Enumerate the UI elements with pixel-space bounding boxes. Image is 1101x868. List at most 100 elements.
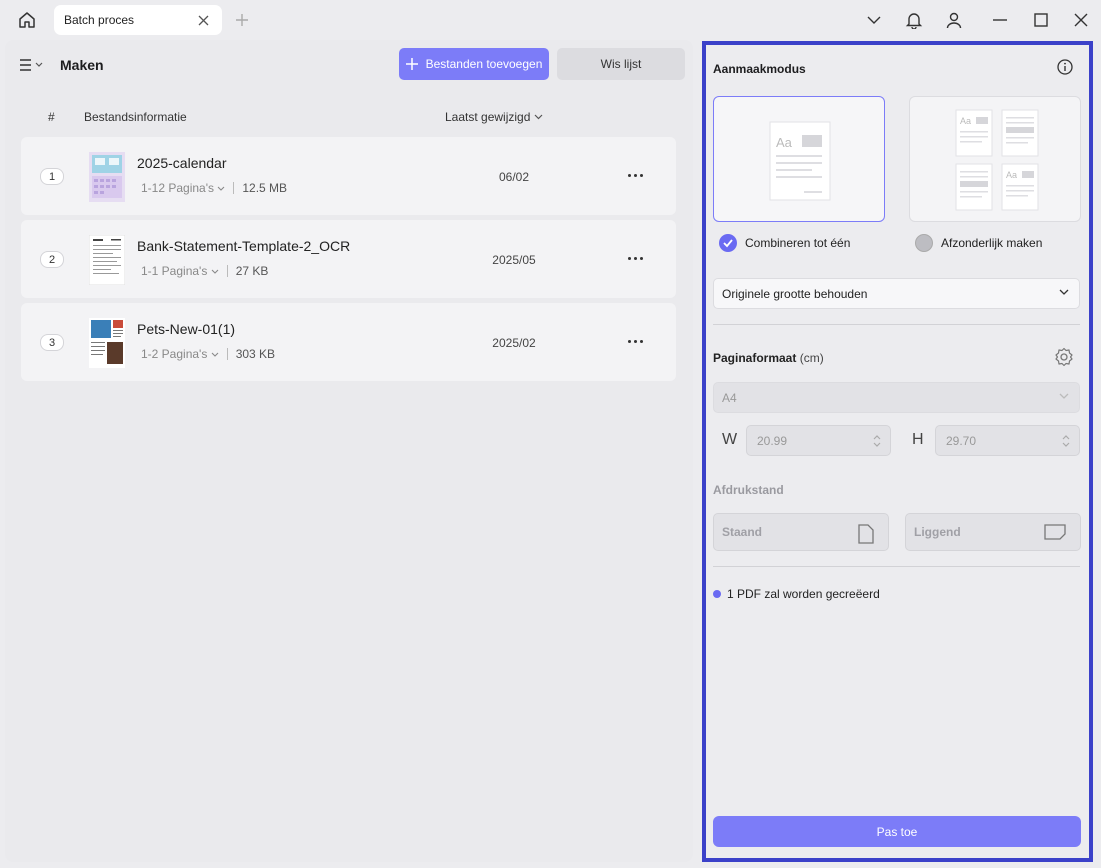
column-last-modified[interactable]: Laatst gewijzigd — [445, 110, 543, 124]
separate-mode-card[interactable]: Aa Aa — [909, 96, 1081, 222]
plus-icon — [236, 14, 248, 26]
gear-icon — [1055, 347, 1073, 367]
home-button[interactable] — [14, 8, 40, 32]
file-row[interactable]: 1 2025-calendar 1-12 Pagina's 12.5 MB 06… — [21, 137, 676, 215]
file-thumbnail — [89, 152, 125, 202]
chevron-down-icon — [211, 269, 219, 274]
file-list-header: Maken Bestanden toevoegen Wis lijst — [5, 40, 693, 90]
chevron-down-icon — [217, 186, 225, 191]
paper-size-value: A4 — [722, 390, 737, 405]
row-index: 3 — [40, 334, 64, 351]
panel-title: Maken — [60, 57, 104, 73]
tab-title: Batch proces — [64, 13, 135, 27]
stepper-arrows-icon[interactable] — [872, 433, 882, 449]
minimize-button[interactable] — [990, 10, 1010, 30]
chevron-down-icon — [211, 352, 219, 357]
more-icon — [627, 256, 631, 260]
column-number: # — [48, 110, 55, 124]
maximize-button[interactable] — [1031, 10, 1051, 30]
creation-mode-title: Aanmaakmodus — [713, 62, 806, 76]
file-row[interactable]: 2 Bank-Statement-Template-2_OCR 1-1 Pagi… — [21, 220, 676, 298]
separate-radio-option[interactable]: Afzonderlijk maken — [915, 234, 1042, 252]
page-range-dropdown[interactable]: 1-1 Pagina's — [141, 264, 219, 278]
minimize-icon — [993, 19, 1007, 21]
portrait-button[interactable]: Staand — [713, 513, 889, 551]
page-format-settings-button[interactable] — [1054, 347, 1074, 367]
height-label: H — [912, 431, 924, 448]
combine-radio-option[interactable]: Combineren tot één — [719, 234, 850, 252]
file-date: 06/02 — [498, 170, 530, 184]
user-icon — [946, 12, 962, 29]
file-list-panel: Maken Bestanden toevoegen Wis lijst # Be… — [5, 40, 693, 862]
column-file-info: Bestandsinformatie — [84, 110, 187, 124]
close-window-icon — [1074, 13, 1088, 27]
info-icon — [1057, 59, 1073, 75]
more-options-button[interactable] — [625, 250, 645, 266]
multiple-documents-icon: Aa Aa — [955, 109, 1039, 211]
menu-button[interactable] — [19, 56, 47, 74]
maximize-icon — [1034, 13, 1048, 27]
page-range-dropdown[interactable]: 1-12 Pagina's — [141, 181, 225, 195]
size-select[interactable]: Originele grootte behouden — [713, 278, 1080, 309]
creation-note: 1 PDF zal worden gecreëerd — [713, 587, 880, 601]
magazine-thumbnail-icon — [89, 318, 125, 368]
landscape-button[interactable]: Liggend — [905, 513, 1081, 551]
radio-checked-icon[interactable] — [719, 234, 737, 252]
width-stepper[interactable]: 20.99 — [746, 425, 891, 456]
close-icon — [198, 15, 208, 25]
page-range: 1-12 Pagina's — [141, 181, 215, 195]
file-meta: 1-12 Pagina's 12.5 MB — [141, 181, 287, 195]
separate-label: Afzonderlijk maken — [941, 236, 1043, 250]
close-window-button[interactable] — [1071, 10, 1091, 30]
chevron-down-icon — [1059, 289, 1069, 295]
orientation-label: Afdrukstand — [713, 483, 784, 497]
page-format-label: Paginaformaat (cm) — [713, 351, 824, 365]
height-value: 29.70 — [946, 433, 977, 448]
calendar-thumbnail-icon — [89, 152, 125, 202]
bullet-dot-icon — [713, 590, 721, 598]
clear-list-button[interactable]: Wis lijst — [557, 48, 685, 80]
file-meta: 1-1 Pagina's 27 KB — [141, 264, 268, 278]
notifications-button[interactable] — [904, 10, 924, 30]
file-row[interactable]: 3 Pets-New-01(1) 1-2 Pagina's 303 KB 202… — [21, 303, 676, 381]
page-format-unit: (cm) — [799, 351, 824, 365]
paper-size-select[interactable]: A4 — [713, 382, 1080, 413]
title-bar: Batch proces — [0, 0, 1101, 40]
portrait-page-icon — [858, 524, 874, 544]
portrait-label: Staand — [722, 525, 763, 539]
file-size: 303 KB — [235, 347, 276, 361]
size-select-value: Originele grootte behouden — [722, 286, 868, 301]
radio-unchecked-icon[interactable] — [915, 234, 933, 252]
svg-text:Aa: Aa — [776, 135, 793, 150]
add-files-label: Bestanden toevoegen — [425, 57, 543, 71]
separator — [233, 182, 235, 194]
account-button[interactable] — [944, 10, 964, 30]
add-files-button[interactable]: Bestanden toevoegen — [399, 48, 549, 80]
dropdown-button[interactable] — [864, 10, 884, 30]
page-range-dropdown[interactable]: 1-2 Pagina's — [141, 347, 219, 361]
apply-button[interactable]: Pas toe — [713, 816, 1081, 847]
more-options-button[interactable] — [625, 167, 645, 183]
info-button[interactable] — [1056, 58, 1074, 76]
combine-label: Combineren tot één — [745, 236, 851, 250]
width-value: 20.99 — [757, 433, 788, 448]
tab-close-button[interactable] — [196, 13, 210, 27]
stepper-arrows-icon[interactable] — [1061, 433, 1071, 449]
separator — [226, 265, 228, 277]
document-thumbnail-icon — [89, 235, 125, 285]
height-stepper[interactable]: 29.70 — [935, 425, 1080, 456]
file-size: 27 KB — [235, 264, 269, 278]
landscape-label: Liggend — [914, 525, 961, 539]
tab-batch-process[interactable]: Batch proces — [54, 5, 222, 35]
bell-icon — [905, 13, 923, 29]
more-options-button[interactable] — [625, 333, 645, 349]
file-thumbnail — [89, 318, 125, 368]
file-date: 2025/05 — [492, 253, 536, 267]
new-tab-button[interactable] — [234, 12, 250, 28]
page-range: 1-1 Pagina's — [141, 264, 208, 278]
landscape-page-icon — [1044, 524, 1066, 540]
combine-mode-card[interactable]: Aa — [713, 96, 885, 222]
chevron-down-icon — [534, 114, 543, 120]
file-name: Pets-New-01(1) — [137, 321, 236, 337]
svg-text:Aa: Aa — [1006, 170, 1017, 180]
